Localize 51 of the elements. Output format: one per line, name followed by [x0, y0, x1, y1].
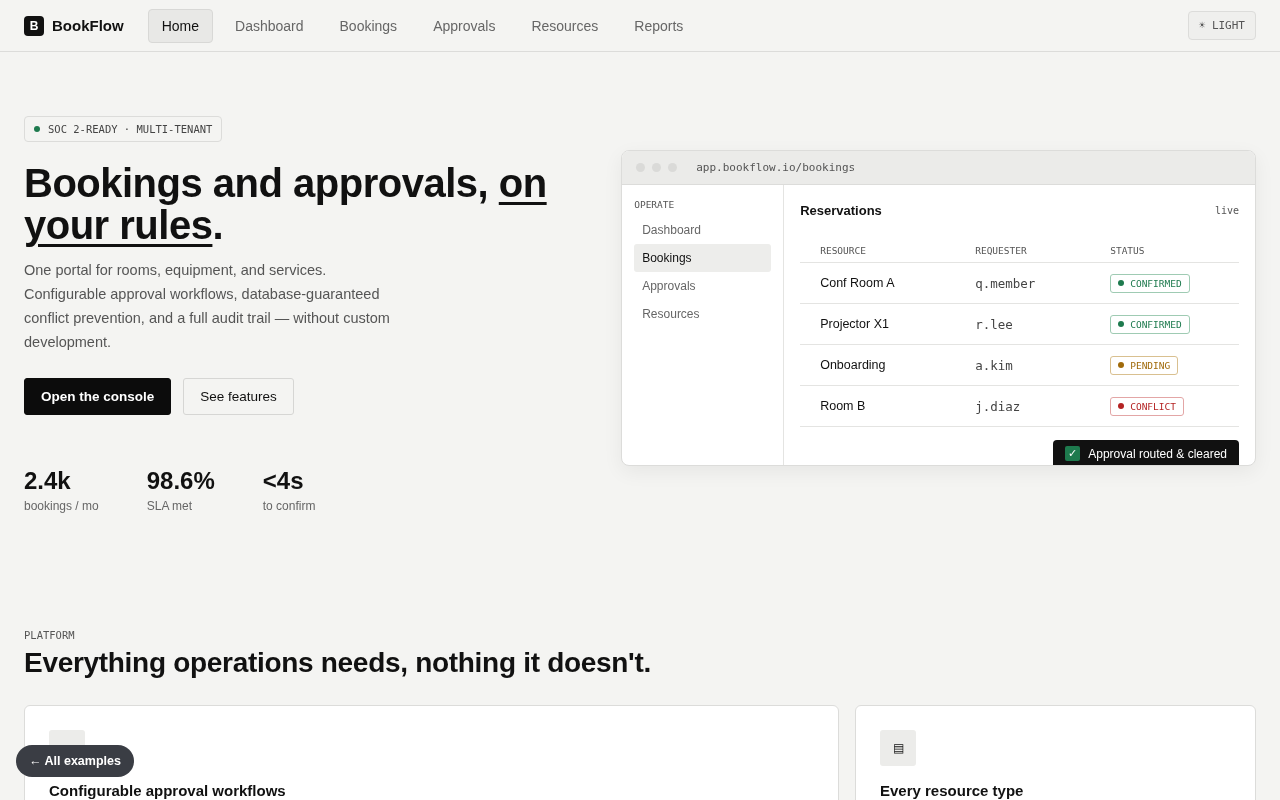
- sidebar-item[interactable]: Dashboard: [634, 216, 772, 244]
- list-icon: ▤: [880, 730, 916, 766]
- live-label: live: [1214, 205, 1239, 216]
- back-button[interactable]: ← All examples: [16, 745, 134, 777]
- toast-text: Approval routed & cleared: [1088, 446, 1227, 461]
- nav-tab[interactable]: Bookings: [325, 8, 412, 43]
- table-cell-text: Projector X1: [820, 317, 890, 331]
- nav-tab[interactable]: Reports: [620, 8, 698, 43]
- section-eyebrow: PLATFORM: [24, 629, 76, 641]
- stat-label: to confirm: [262, 499, 316, 513]
- table-cell-text: q.member: [975, 275, 1037, 291]
- secondary-button[interactable]: See features: [183, 378, 294, 415]
- stat-label: SLA met: [146, 499, 194, 513]
- stat-label: bookings / mo: [24, 499, 99, 513]
- hero-description: One portal for rooms, equipment, and services. Configurable approval workflows, database-guaranteed conflict prevention, and a full audit trail — without custom development.: [24, 261, 391, 352]
- table-cell-text: Conf Room A: [820, 276, 896, 290]
- stat-value: 98.6%: [146, 467, 215, 495]
- table-cell-text: Onboarding: [820, 358, 887, 372]
- column-header: STATUS: [1110, 244, 1146, 256]
- table-cell-text: a.kim: [975, 357, 1014, 373]
- table-cell-text: j.diaz: [975, 398, 1022, 414]
- status-tag: CONFIRMED: [1110, 273, 1190, 293]
- nav-tab[interactable]: Resources: [517, 8, 613, 43]
- sidebar-heading: OPERATE: [634, 199, 676, 210]
- sidebar-item[interactable]: Resources: [634, 300, 772, 328]
- primary-button[interactable]: Open the console: [24, 378, 172, 415]
- compliance-badge: SOC 2-READY · MULTI-TENANT: [24, 116, 223, 142]
- logo[interactable]: B: [24, 15, 44, 36]
- nav-tab[interactable]: Home: [147, 8, 214, 43]
- sidebar-item[interactable]: Approvals: [634, 272, 772, 300]
- nav-tab[interactable]: Dashboard: [221, 8, 318, 43]
- panel-title: Reservations: [800, 203, 882, 218]
- column-header: RESOURCE: [820, 244, 867, 256]
- status-tag: PENDING: [1110, 355, 1179, 375]
- table-cell-text: Room B: [820, 399, 867, 413]
- url-text: app.bookflow.io/bookings: [696, 161, 856, 174]
- brand-name: BookFlow: [52, 17, 124, 34]
- stat-value: 2.4k: [24, 467, 72, 495]
- status-tag: CONFLICT: [1110, 396, 1184, 416]
- hero-headline: Bookings and approvals, on your rules.: [24, 162, 548, 246]
- feature-title: Configurable approval workflows: [49, 782, 287, 799]
- stat-value: <4s: [262, 467, 305, 495]
- nav-tab[interactable]: Approvals: [419, 8, 510, 43]
- table-cell-text: r.lee: [975, 316, 1014, 332]
- section-title: Everything operations needs, nothing it doesn't.: [24, 647, 652, 679]
- feature-title: Every resource type: [880, 782, 1025, 799]
- theme-button[interactable]: ☀ LIGHT: [1187, 11, 1256, 40]
- check-icon: ✓: [1065, 446, 1081, 461]
- sidebar-item[interactable]: Bookings: [634, 244, 772, 272]
- column-header: REQUESTER: [975, 244, 1028, 256]
- status-tag: CONFIRMED: [1110, 314, 1190, 334]
